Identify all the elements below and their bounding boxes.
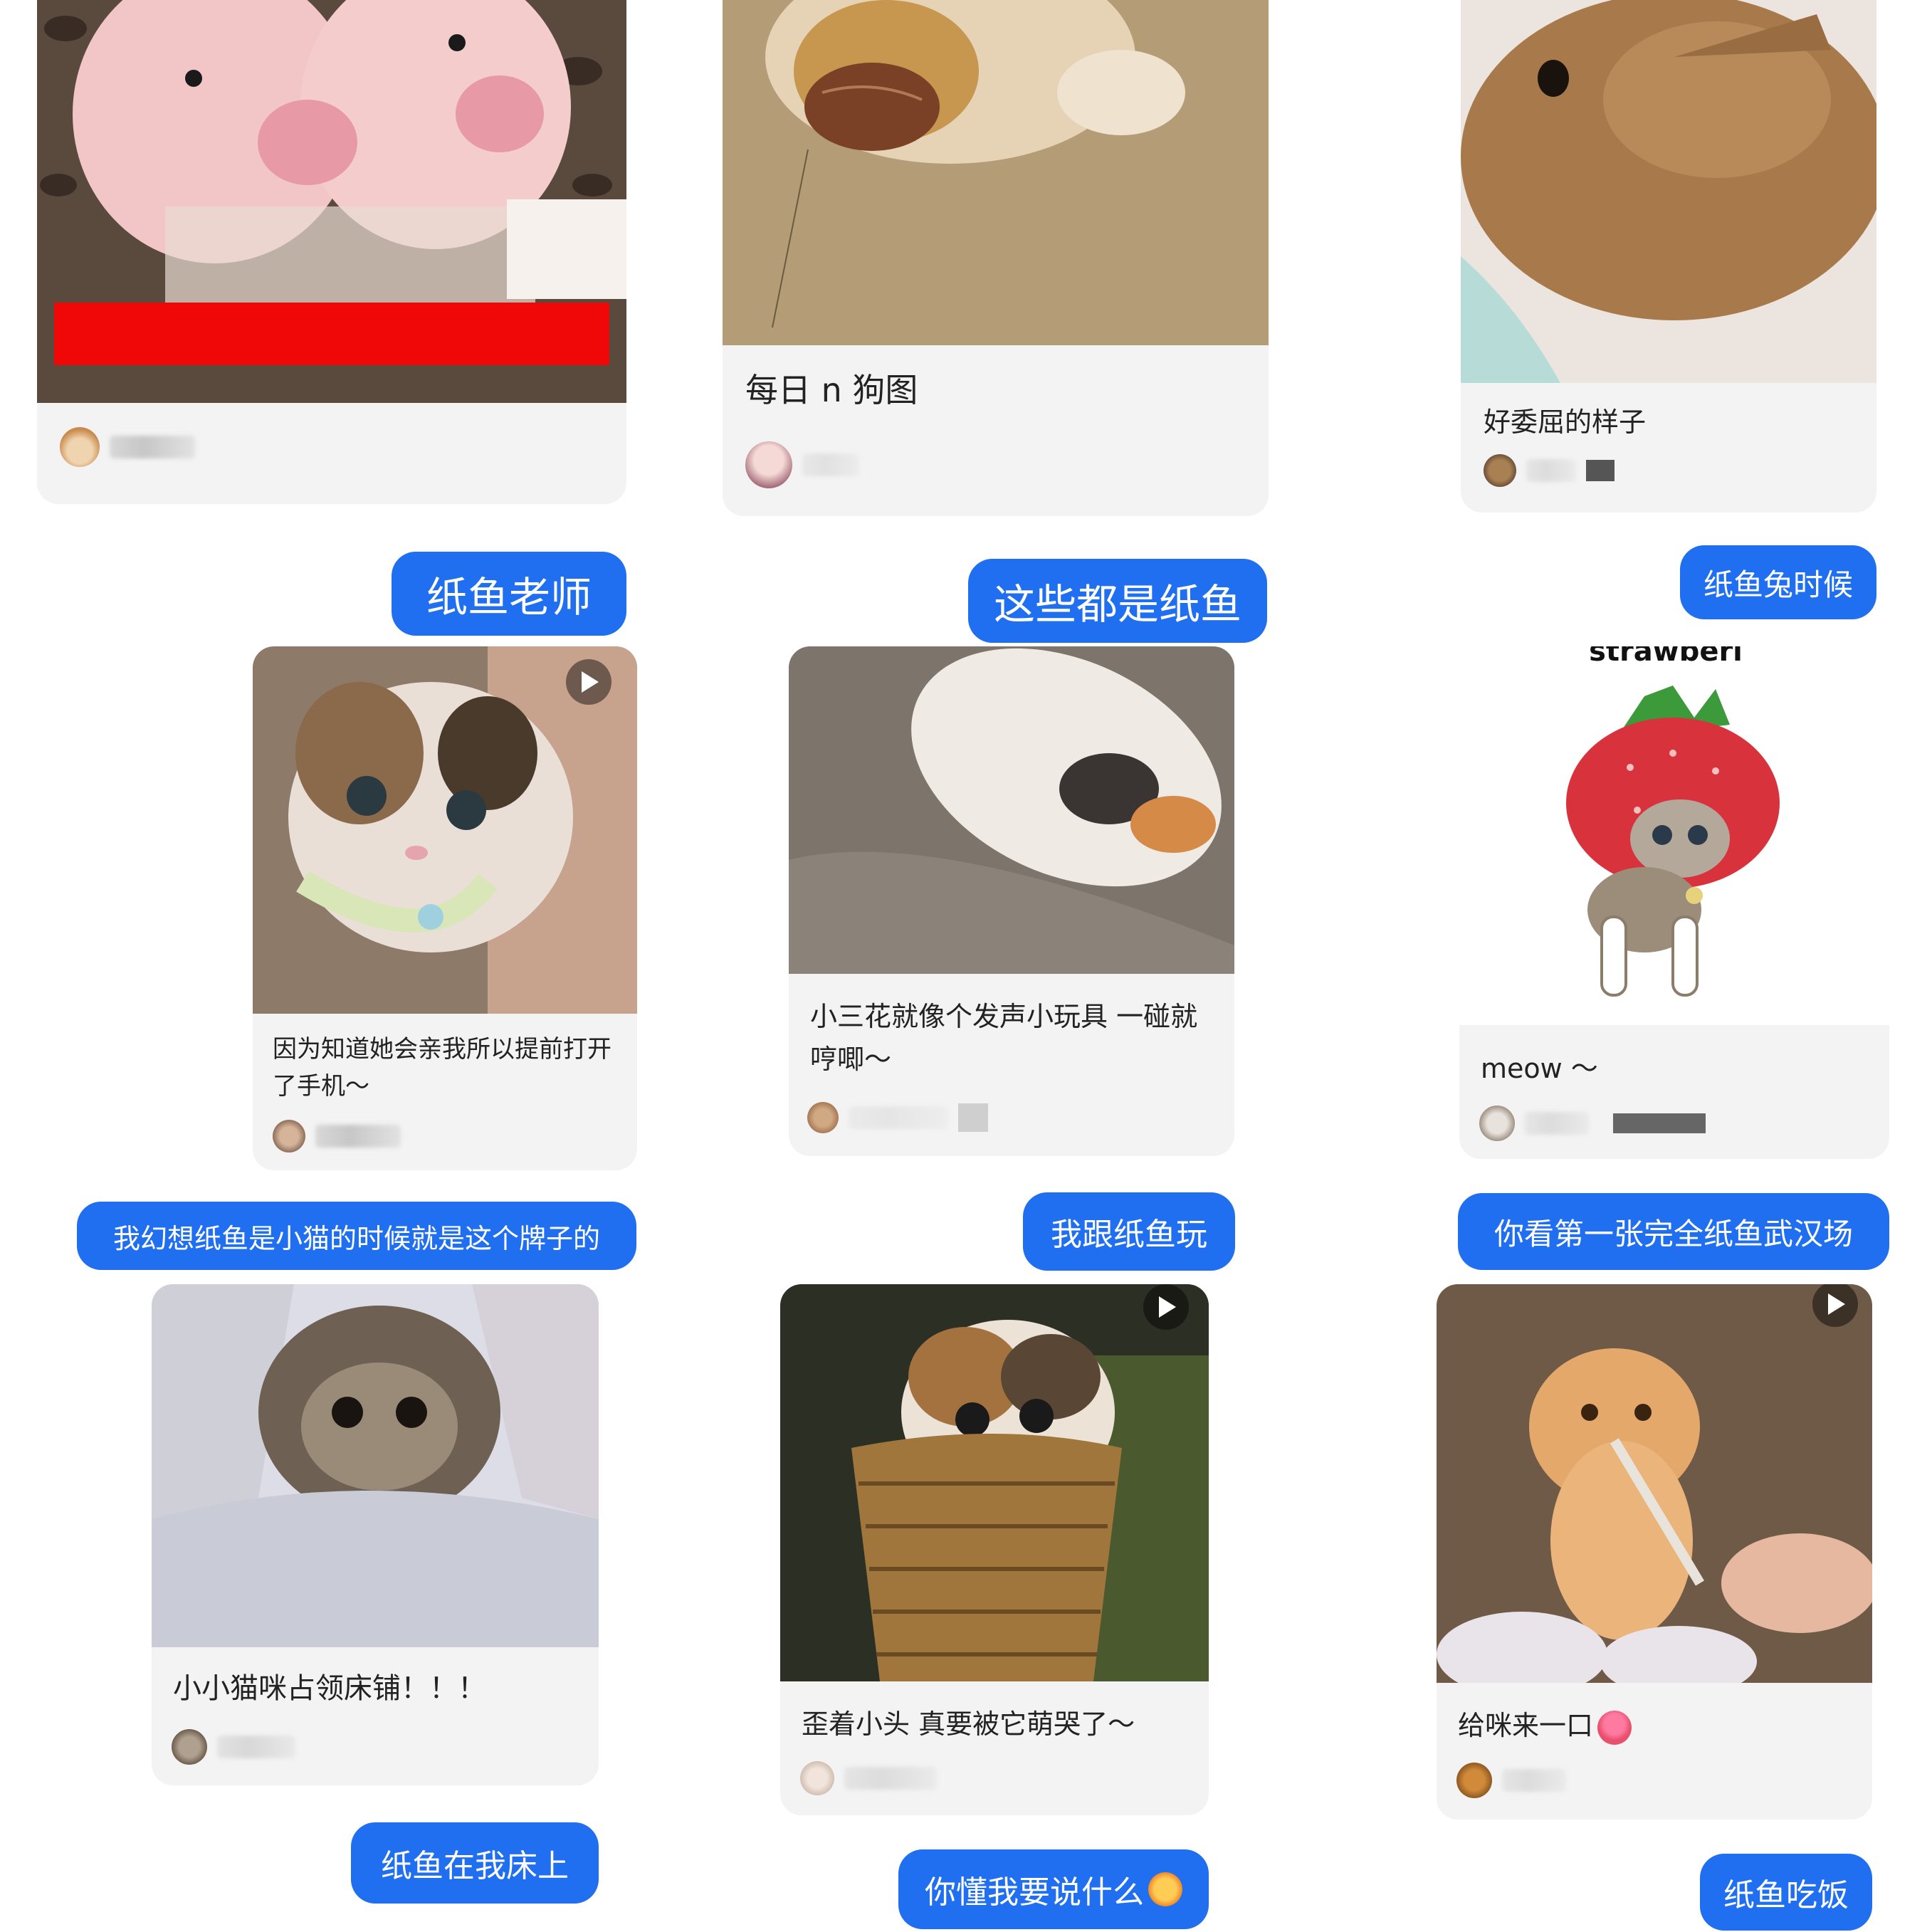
- red-caption-bar: [54, 303, 609, 365]
- avatar: [745, 441, 792, 488]
- avatar: [1456, 1763, 1492, 1798]
- post-image-rabbit: [1461, 0, 1876, 383]
- post-card-pigs[interactable]: [37, 0, 626, 504]
- author-name-blurred: [217, 1736, 295, 1758]
- post-image-kitten-basket: [780, 1284, 1209, 1681]
- post-caption: 因为知道她会亲我所以提前打开了手机～: [273, 1035, 611, 1101]
- sticker-text: strawberi: [1589, 646, 1743, 668]
- caption-text: 给咪来一口: [1458, 1710, 1594, 1741]
- post-image-kitten-bed: [152, 1284, 599, 1647]
- post-image-dog: [723, 0, 1269, 345]
- post-author[interactable]: [273, 1120, 401, 1153]
- post-image-pigs: [37, 0, 626, 403]
- post-caption: 歪着小头 真要被它萌哭了～: [802, 1708, 1135, 1740]
- avatar: [800, 1761, 834, 1795]
- post-card-orange-cat[interactable]: 给咪来一口: [1437, 1284, 1872, 1820]
- message-bubble[interactable]: 纸鱼老师: [392, 552, 626, 636]
- post-card-kitten-toy[interactable]: 小三花就像个发声小玩具 一碰就哼唧～: [789, 646, 1234, 1156]
- author-name-blurred: [110, 436, 195, 458]
- post-author[interactable]: [1484, 454, 1615, 487]
- post-author[interactable]: [1456, 1763, 1566, 1798]
- post-caption: meow ～: [1481, 1053, 1598, 1084]
- author-name-redacted: [1586, 460, 1615, 481]
- author-name-redacted: [1613, 1113, 1706, 1133]
- author-name-blurred: [844, 1767, 937, 1790]
- post-author[interactable]: [800, 1761, 937, 1795]
- post-card-dog[interactable]: 每日 n 狗图: [723, 0, 1269, 516]
- author-name-blurred: [1526, 459, 1576, 482]
- author-name-blurred: [1502, 1769, 1566, 1792]
- author-name-blurred: [315, 1125, 401, 1148]
- post-caption: 小小猫咪占领床铺！！！: [173, 1672, 486, 1705]
- post-image-kitten-toy: [789, 646, 1234, 974]
- post-card-strawberry-cat[interactable]: strawberi meow ～: [1459, 646, 1889, 1159]
- avatar: [807, 1102, 839, 1133]
- post-card-kitten-bed[interactable]: 小小猫咪占领床铺！！！: [152, 1284, 599, 1785]
- avatar: [1484, 454, 1516, 487]
- bubble-text: 你懂我要说什么: [925, 1874, 1144, 1911]
- post-image-orange-cat: [1437, 1284, 1872, 1683]
- post-caption: 给咪来一口: [1458, 1706, 1849, 1745]
- author-name-blurred: [1525, 1112, 1589, 1135]
- tongue-emoji-icon: [1597, 1710, 1632, 1745]
- author-name-blurred: [849, 1106, 948, 1129]
- post-image-kitten-kiss: [253, 646, 637, 1014]
- author-name-blurred: [802, 453, 859, 476]
- avatar: [60, 427, 100, 467]
- avatar: [273, 1120, 305, 1153]
- post-caption: 好委屈的样子: [1484, 406, 1647, 438]
- post-card-rabbit[interactable]: 好委屈的样子: [1461, 0, 1876, 513]
- avatar: [1479, 1106, 1515, 1141]
- play-icon[interactable]: [1143, 1284, 1189, 1330]
- post-author[interactable]: [60, 427, 195, 467]
- author-name-redacted: [958, 1103, 988, 1132]
- message-bubble[interactable]: 纸鱼吃饭: [1700, 1854, 1872, 1931]
- angry-cat-emoji-icon: [1148, 1872, 1182, 1906]
- post-author[interactable]: [172, 1729, 295, 1765]
- message-bubble[interactable]: 你看第一张完全纸鱼武汉场: [1458, 1193, 1889, 1270]
- post-author[interactable]: [807, 1102, 988, 1133]
- post-image-strawberry-cat: strawberi: [1459, 646, 1889, 1024]
- post-caption: 小三花就像个发声小玩具 一碰就哼唧～: [810, 1001, 1198, 1075]
- message-bubble[interactable]: 我幻想纸鱼是小猫的时候就是这个牌子的: [77, 1202, 636, 1270]
- play-icon[interactable]: [566, 659, 611, 705]
- post-card-kitten-kiss[interactable]: 因为知道她会亲我所以提前打开了手机～: [253, 646, 637, 1170]
- post-card-kitten-basket[interactable]: 歪着小头 真要被它萌哭了～: [780, 1284, 1209, 1815]
- message-bubble[interactable]: 纸鱼兔时候: [1680, 545, 1876, 619]
- message-bubble[interactable]: 你懂我要说什么: [898, 1849, 1209, 1929]
- message-bubble[interactable]: 纸鱼在我床上: [351, 1822, 599, 1904]
- message-bubble[interactable]: 这些都是纸鱼: [968, 559, 1267, 643]
- message-bubble[interactable]: 我跟纸鱼玩: [1023, 1192, 1235, 1271]
- avatar: [172, 1729, 207, 1765]
- post-author[interactable]: [745, 441, 859, 488]
- post-caption: 每日 n 狗图: [745, 371, 918, 409]
- post-author[interactable]: [1479, 1106, 1706, 1141]
